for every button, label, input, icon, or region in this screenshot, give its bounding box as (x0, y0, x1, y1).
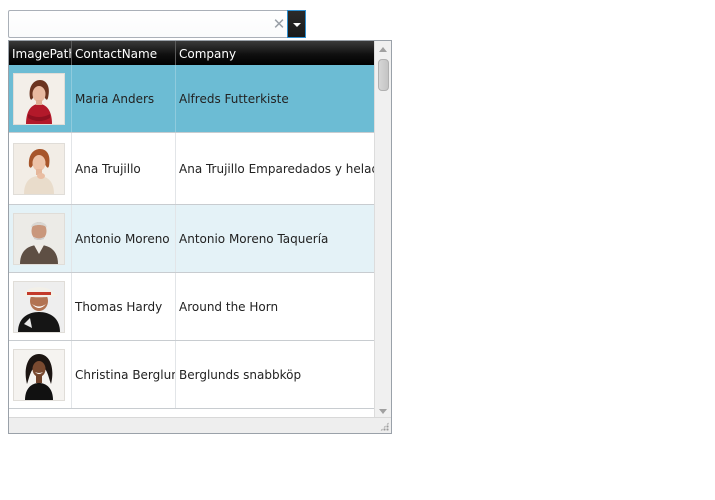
column-header-contactname[interactable]: ContactName (72, 41, 176, 65)
table-row[interactable]: Maria Anders Alfreds Futterkiste (9, 65, 374, 133)
scroll-thumb[interactable] (378, 59, 389, 91)
combo-input[interactable] (9, 11, 267, 37)
clear-x-icon[interactable]: ✕ (272, 15, 286, 33)
grid-rows: Maria Anders Alfreds Futterkiste Ana Tru (9, 65, 374, 414)
popup-footer (9, 417, 391, 433)
arrow-up-icon (379, 47, 387, 52)
company-cell: Alfreds Futterkiste (179, 91, 289, 106)
image-cell (9, 205, 72, 272)
chevron-down-icon (293, 23, 301, 27)
company-cell: Antonio Moreno Taquería (179, 231, 329, 246)
contact-photo (13, 72, 65, 125)
image-cell (9, 133, 72, 204)
contact-name-cell: Antonio Moreno (72, 205, 176, 272)
contact-name-cell: Christina Berglund (72, 341, 176, 408)
dropdown-popup: ImagePath ContactName Company Maria Ande… (8, 40, 392, 434)
image-cell (9, 341, 72, 408)
contact-name-cell: Thomas Hardy (72, 273, 176, 340)
table-row[interactable]: Christina Berglund Berglunds snabbköp (9, 341, 374, 409)
resize-grip-icon[interactable] (380, 422, 389, 431)
dropdown-toggle-button[interactable] (287, 10, 306, 38)
contact-photo (13, 212, 65, 265)
contact-photo (13, 142, 65, 195)
table-row[interactable]: Antonio Moreno Antonio Moreno Taquería (9, 205, 374, 273)
company-cell: Around the Horn (179, 299, 279, 314)
image-cell (9, 273, 72, 340)
scroll-up-button[interactable] (375, 41, 391, 57)
vertical-scrollbar[interactable] (374, 41, 391, 419)
contact-combobox[interactable]: ✕ (8, 10, 306, 38)
contact-photo (13, 280, 65, 333)
company-cell: Berglunds snabbköp (179, 367, 302, 382)
grid-header: ImagePath ContactName Company (9, 41, 374, 65)
column-header-imagepath[interactable]: ImagePath (9, 41, 72, 65)
company-cell: Ana Trujillo Emparedados y helados (179, 161, 374, 176)
contact-name-cell: Maria Anders (72, 65, 176, 132)
table-row[interactable]: Thomas Hardy Around the Horn (9, 273, 374, 341)
contact-name-cell: Ana Trujillo (72, 133, 176, 204)
arrow-down-icon (379, 409, 387, 414)
table-row[interactable]: Ana Trujillo Ana Trujillo Emparedados y … (9, 133, 374, 205)
column-header-company[interactable]: Company (176, 41, 374, 65)
image-cell (9, 65, 72, 132)
contact-photo (13, 348, 65, 401)
